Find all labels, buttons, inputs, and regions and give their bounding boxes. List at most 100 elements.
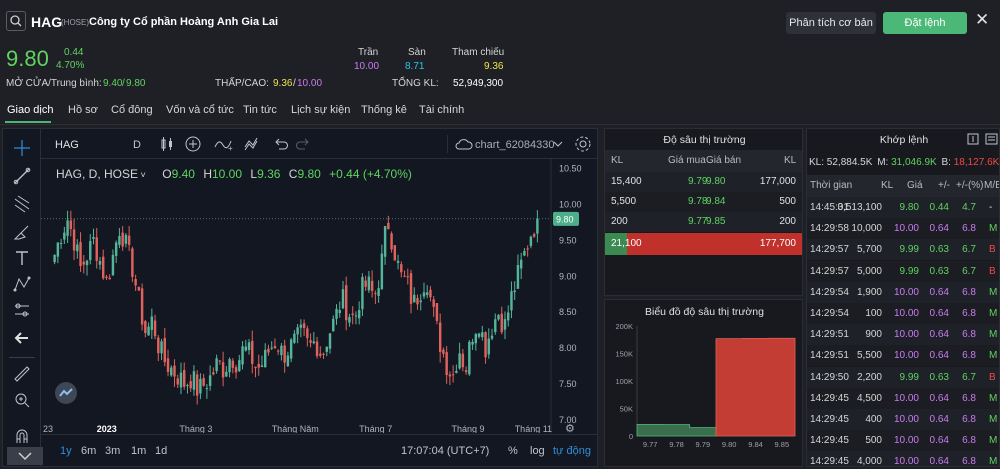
tab-capital-dividend[interactable]: Vốn và cổ tức [166, 104, 234, 116]
candle-body [186, 385, 189, 387]
close-icon[interactable]: ✕ [975, 10, 989, 30]
zoom-in-icon[interactable] [13, 391, 31, 409]
range-6m[interactable]: 6m [81, 445, 96, 457]
search-button[interactable] [6, 11, 26, 31]
match-row[interactable]: 14:29:51 900 10.00 0.64 6.8 M [807, 324, 999, 346]
axis-settings-icon[interactable]: ⚙ [565, 422, 575, 433]
auto-toggle[interactable]: tự động [553, 445, 591, 457]
candle-body [322, 353, 325, 355]
fib-tool-icon[interactable] [13, 195, 31, 213]
candle-body [228, 359, 231, 373]
tab-news[interactable]: Tin tức [243, 104, 277, 116]
tab-trading[interactable]: Giao dịch [7, 104, 53, 116]
depth-x-label: 9.79 [696, 440, 711, 449]
candle-body [468, 341, 471, 375]
undo-icon[interactable] [273, 136, 289, 152]
chevron-down-icon[interactable] [553, 140, 563, 148]
depth-chart-panel: Biểu đồ độ sâu thị trường 200K 150K 100K 50… [604, 299, 803, 467]
match-vol: 500 [865, 435, 882, 447]
tab-shareholders[interactable]: Cổ đông [111, 104, 153, 116]
tab-financials[interactable]: Tài chính [419, 104, 464, 116]
candle-body [170, 367, 173, 376]
measure-icon[interactable] [13, 301, 31, 319]
symbol-box[interactable]: HAG [55, 139, 79, 151]
depth-row[interactable]: 5,500 9.78 9.84 500 [605, 192, 802, 212]
depth-row[interactable]: 200 9.77 9.85 200 [605, 212, 802, 232]
tab-profile[interactable]: Hồ sơ [68, 104, 98, 116]
candle-body [59, 242, 63, 244]
match-row[interactable]: 14:29:58 10,000 10.00 0.64 6.8 M [807, 218, 999, 240]
candle-body [416, 298, 419, 305]
matches-header: Thời gian KL Giá +/- +/-(%) M/B [807, 175, 999, 197]
depth-y-label: 200K [615, 322, 633, 331]
brush-icon[interactable] [13, 223, 31, 241]
search-icon [10, 15, 22, 27]
add-indicator-icon[interactable] [184, 135, 202, 153]
match-change: 0.64 [929, 223, 949, 235]
export-icon[interactable] [967, 133, 979, 145]
percent-toggle[interactable]: % [508, 445, 518, 457]
candle-body [519, 259, 523, 269]
range-1y[interactable]: 1y [60, 445, 72, 457]
settings-gear-icon[interactable] [573, 134, 593, 154]
match-row[interactable]: 14:29:57 5,700 9.99 0.63 6.7 B [807, 239, 999, 261]
match-price: 9.99 [899, 265, 919, 277]
candle-body [134, 279, 137, 286]
redo-icon[interactable] [295, 136, 311, 152]
candle-body [471, 341, 474, 345]
tab-statistics[interactable]: Thống kê [361, 104, 407, 116]
match-side: M [989, 435, 998, 447]
match-row[interactable]: 14:29:50 2,200 9.99 0.63 6.7 B [807, 366, 999, 388]
match-row[interactable]: 14:29:45 4,500 10.00 0.64 6.8 M [807, 387, 999, 409]
avg-value: 9.80 [126, 78, 146, 89]
candle-body [500, 313, 503, 333]
depth-row[interactable]: 15,400 9.79 9.80 177,000 [605, 172, 802, 192]
match-row[interactable]: 14:29:45 400 10.00 0.64 6.8 M [807, 409, 999, 430]
candle-body [124, 234, 128, 244]
candle-body [510, 291, 513, 311]
log-toggle[interactable]: log [530, 445, 545, 457]
place-order-button[interactable]: Đặt lệnh [883, 12, 967, 34]
depth-bid-price: 9.79 [688, 176, 708, 187]
candle-body [66, 220, 69, 236]
tab-events[interactable]: Lịch sự kiện [291, 104, 350, 116]
text-tool-icon[interactable] [13, 249, 31, 267]
candle-body [85, 260, 89, 266]
interval-button[interactable]: D [133, 139, 141, 151]
depth-ask-vol: 200 [779, 216, 796, 227]
match-row[interactable]: 14:45:01 3,513,100 9.80 0.44 4.7- [807, 197, 999, 218]
list-icon[interactable] [985, 133, 998, 145]
active-tab-indicator [5, 121, 51, 123]
match-row[interactable]: 14:29:45 4,000 10.00 0.64 6.8 M [807, 451, 999, 466]
match-change-pct: 6.7 [962, 265, 976, 277]
magnet-icon[interactable] [13, 427, 31, 445]
candle-body [286, 355, 290, 367]
match-row[interactable]: 14:29:57 5,000 9.99 0.63 6.7 B [807, 260, 999, 282]
match-row[interactable]: 14:29:54 1,900 10.00 0.64 6.8 M [807, 281, 999, 303]
candlestick-plot[interactable]: 10.5010.009.509.008.508.007.507.009.8023… [41, 159, 597, 433]
arrow-left-icon[interactable] [13, 329, 31, 347]
range-3m[interactable]: 3m [105, 445, 120, 457]
match-change-pct: 6.8 [962, 414, 976, 425]
candle-body [309, 340, 312, 343]
ruler-icon[interactable] [13, 365, 31, 383]
pattern-icon[interactable] [13, 275, 31, 293]
range-1d[interactable]: 1d [155, 445, 167, 457]
match-price: 10.00 [893, 286, 919, 298]
candle-body [319, 353, 322, 356]
fundamental-analysis-button[interactable]: Phân tích cơ bản [786, 12, 876, 34]
indicators-icon[interactable]: + [214, 135, 234, 153]
candle-style-icon[interactable] [159, 136, 175, 152]
range-1m[interactable]: 1m [131, 445, 146, 457]
layout-name[interactable]: chart_62084330 [475, 139, 555, 151]
candle-body [283, 345, 286, 363]
match-row[interactable]: 14:29:45 500 10.00 0.64 6.8 M [807, 430, 999, 452]
compare-icon[interactable] [244, 135, 264, 153]
match-row[interactable]: 14:29:54 100 10.00 0.64 6.8 M [807, 303, 999, 324]
match-price: 10.00 [893, 308, 919, 319]
collapse-toolbar-button[interactable] [7, 447, 43, 465]
match-row[interactable]: 14:29:51 5,500 10.00 0.64 6.8 M [807, 345, 999, 367]
crosshair-icon[interactable] [13, 139, 31, 157]
trend-line-icon[interactable] [13, 167, 31, 185]
candle-body [189, 381, 192, 389]
